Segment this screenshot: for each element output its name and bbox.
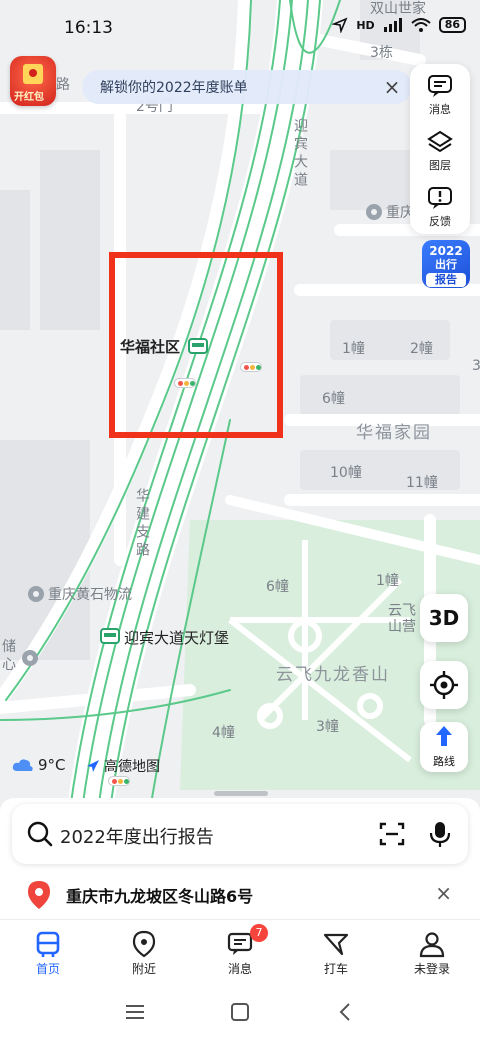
status-bar: 16:13 HD 86: [0, 0, 480, 56]
menu-icon[interactable]: [124, 1004, 146, 1020]
locate-icon: [430, 671, 458, 699]
current-address-row[interactable]: 重庆市九龙坡区冬山路6号 ×: [0, 868, 480, 920]
nearby-pin-icon: [132, 930, 156, 958]
messages-badge: 7: [250, 924, 268, 942]
message-button[interactable]: 消息: [410, 68, 470, 120]
map-label-road-yingbin: 迎宾大道: [292, 118, 308, 190]
map-label-left: 储: [2, 639, 16, 655]
route-arrow-icon: [436, 726, 452, 746]
banner-text: 解锁你的2022年度账单: [100, 80, 248, 96]
travel-report-badge[interactable]: 2022 出行 报告: [422, 240, 470, 288]
poi-pin-icon: [366, 204, 382, 220]
system-nav-bar: [0, 986, 480, 1040]
map-label-bldg: 4幢: [212, 725, 235, 741]
tab-home[interactable]: 首页: [0, 922, 96, 984]
route-label: 路线: [433, 755, 455, 768]
poi-pin-icon: [22, 650, 38, 666]
map-label-bldg: 3幢: [316, 719, 339, 735]
route-button[interactable]: 路线: [420, 722, 468, 772]
amap-arrow-icon: [87, 760, 99, 772]
map-label-road-huajianzhi: 华建支路: [134, 488, 150, 560]
location-arrow-icon: [332, 17, 348, 33]
tab-nearby-label: 附近: [131, 962, 156, 976]
map-label-yunfei: 云飞九龙香山: [276, 665, 390, 685]
wifi-icon: [411, 18, 431, 32]
bottom-tab-bar: 首页 附近 消息 7 打车 未登录: [0, 922, 480, 984]
signal-icon: [383, 18, 402, 32]
annual-bill-banner[interactable]: 解锁你的2022年度账单 ×: [82, 70, 412, 104]
tab-nearby[interactable]: 附近: [96, 922, 192, 984]
bus-home-icon: [36, 931, 60, 957]
search-bar[interactable]: 2022年度出行报告: [12, 804, 468, 864]
tab-home-label: 首页: [35, 962, 60, 976]
report-line3: 报告: [426, 273, 466, 287]
search-icon: [27, 821, 53, 847]
tab-messages[interactable]: 消息 7: [192, 922, 288, 984]
weather-temp: 9°C: [38, 756, 66, 774]
amap-logo-text: 高德地图: [104, 759, 160, 775]
network-hd-label: HD: [356, 18, 375, 32]
highlight-box: [109, 252, 283, 438]
address-close-icon[interactable]: ×: [435, 881, 452, 905]
amap-logo: 高德地图: [86, 756, 160, 776]
map-tools-panel: 消息 图层 反馈: [410, 64, 470, 234]
map-label-bldg: 11幢: [406, 475, 438, 491]
map-label-bldg: 6幢: [322, 391, 345, 407]
tab-profile[interactable]: 未登录: [384, 922, 480, 984]
map-label-bldg: 1幢: [342, 341, 365, 357]
tab-taxi[interactable]: 打车: [288, 922, 384, 984]
traffic-light-icon: [108, 776, 130, 786]
home-square-icon[interactable]: [230, 1002, 250, 1022]
location-pin-icon: [28, 881, 50, 909]
layers-label: 图层: [429, 159, 451, 172]
map-label-edge: 3: [472, 358, 480, 374]
status-time: 16:13: [64, 18, 113, 38]
scan-icon[interactable]: [378, 820, 406, 848]
microphone-icon[interactable]: [426, 820, 454, 848]
map-label-huangshi[interactable]: 重庆黄石物流: [48, 584, 132, 604]
taxi-flag-icon: [323, 933, 349, 956]
report-year: 2022: [429, 244, 463, 258]
map-label-yunfei-short: 山营: [388, 619, 416, 635]
bus-stop-icon[interactable]: [100, 628, 120, 644]
cloud-icon: [12, 759, 33, 771]
user-icon: [419, 932, 445, 958]
layers-button[interactable]: 图层: [410, 124, 470, 176]
search-input[interactable]: 2022年度出行报告: [60, 823, 214, 849]
back-icon[interactable]: [338, 1002, 352, 1022]
map-label-bldg: 2幢: [410, 341, 433, 357]
map-label-bldg: 6幢: [266, 579, 289, 595]
tab-profile-label: 未登录: [413, 962, 450, 976]
feedback-button[interactable]: 反馈: [410, 180, 470, 232]
message-label: 消息: [429, 103, 451, 116]
map-label-bldg: 1幢: [376, 573, 399, 589]
map-label-left: 心: [2, 657, 16, 673]
feedback-label: 反馈: [429, 215, 451, 228]
poi-pin-icon: [28, 586, 44, 602]
red-packet-label: 开红包: [14, 92, 44, 103]
weather-widget[interactable]: 9°C: [12, 756, 66, 774]
feedback-icon: [428, 187, 452, 209]
map-label-huafu-garden: 华福家园: [356, 423, 432, 443]
address-text: 重庆市九龙坡区冬山路6号: [66, 887, 254, 906]
locate-button[interactable]: [420, 661, 468, 709]
red-packet-button[interactable]: 开红包: [10, 56, 56, 106]
map-label-bldg: 10幢: [330, 465, 362, 481]
tab-messages-label: 消息: [227, 962, 252, 976]
sheet-drag-handle[interactable]: [214, 791, 268, 796]
status-icons: HD 86: [332, 17, 466, 33]
red-envelope-icon: [23, 64, 43, 84]
banner-close-icon[interactable]: ×: [380, 75, 404, 99]
report-line2: 出行: [435, 258, 457, 271]
message-icon: [428, 75, 452, 97]
layers-icon: [427, 130, 453, 153]
3d-toggle-button[interactable]: 3D: [420, 594, 468, 642]
map-label-tiandengbao[interactable]: 迎宾大道天灯堡: [124, 627, 229, 648]
map-label-road: 路: [56, 77, 70, 93]
tab-taxi-label: 打车: [323, 962, 348, 976]
battery-indicator: 86: [438, 17, 466, 33]
